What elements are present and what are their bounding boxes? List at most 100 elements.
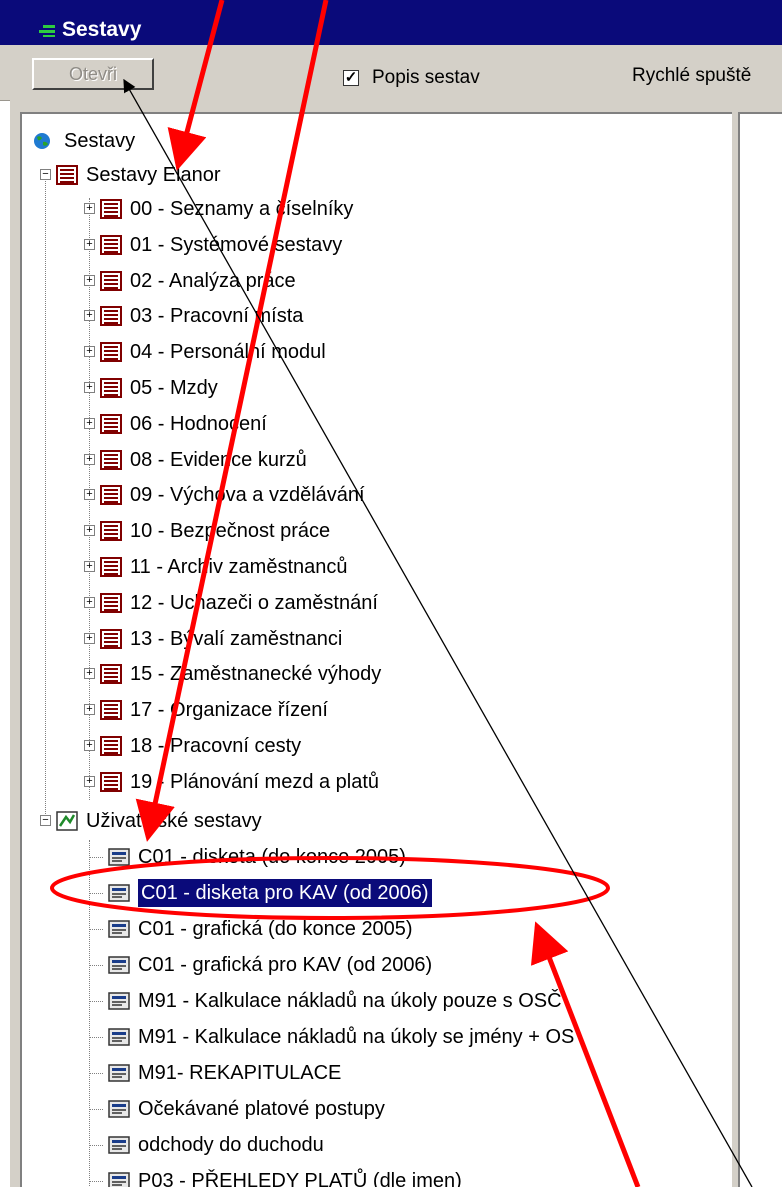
tree-item-category[interactable]: +19 - Plánování mezd a platů [22, 765, 722, 799]
tree-item-category[interactable]: +03 - Pracovní místa [22, 299, 722, 333]
tree-item-category[interactable]: +01 - Systémové sestavy [22, 228, 722, 262]
tree-item-label: 13 - Bývalí zaměstnanci [130, 627, 343, 650]
tree-item-label: C01 - grafická (do konce 2005) [138, 918, 413, 940]
report-folder-icon [100, 736, 122, 756]
expand-toggle[interactable]: + [84, 274, 95, 286]
tree-group-elanor[interactable]: − Sestavy Elanor [22, 158, 722, 192]
tree-item-label: 11 - Archiv zaměstnanců [130, 556, 348, 578]
open-button[interactable]: Otevři [32, 58, 154, 90]
tree-item-category[interactable]: +15 - Zaměstnanecké výhody [22, 657, 722, 691]
tree-item-category[interactable]: +06 - Hodnocení [22, 407, 722, 441]
tree-item-category[interactable]: +02 - Analýza práce [22, 264, 722, 298]
tree-item-label: P03 - PŘEHLEDY PLATŮ (dle jmen) [138, 1170, 462, 1187]
tree-item-report[interactable]: C01 - disketa pro KAV (od 2006) [22, 876, 722, 910]
expand-toggle[interactable]: + [84, 203, 95, 214]
report-icon [108, 1136, 130, 1154]
tree-item-category[interactable]: +13 - Bývalí zaměstnanci [22, 622, 722, 656]
tree-item-category[interactable]: +10 - Bezpečnost práce [22, 514, 722, 548]
tree-item-label: M91 - Kalkulace nákladů na úkoly se jmén… [138, 1026, 575, 1048]
quick-launch-label: Rychlé spuště [632, 65, 752, 86]
report-tree[interactable]: Sestavy − Sestavy Elanor +00 - Seznamy a… [20, 112, 732, 1187]
report-folder-icon [100, 700, 122, 721]
report-folder-icon [100, 592, 122, 613]
report-icon [108, 920, 130, 938]
expand-toggle[interactable]: + [84, 561, 95, 572]
tree-connector [89, 929, 103, 930]
expand-toggle[interactable]: + [84, 489, 95, 501]
tree-item-label: 12 - Uchazeči o zaměstnání [130, 591, 378, 614]
expand-toggle[interactable]: + [84, 740, 95, 751]
expand-toggle[interactable]: + [84, 310, 95, 322]
report-folder-icon [100, 557, 122, 577]
tree-root[interactable]: Sestavy [22, 124, 722, 158]
tree-item-report[interactable]: odchody do duchodu [22, 1128, 722, 1162]
tree-item-report[interactable]: C01 - grafická pro KAV (od 2006) [22, 948, 722, 982]
tree-item-label: M91 - Kalkulace nákladů na úkoly pouze s… [138, 990, 562, 1012]
report-icon [108, 1172, 130, 1187]
report-icon [108, 1064, 130, 1082]
tree-item-label: 02 - Analýza práce [130, 269, 296, 292]
describe-checkbox[interactable]: ✓ [343, 70, 359, 86]
report-icon [108, 1028, 130, 1046]
expand-toggle[interactable]: + [84, 632, 95, 644]
tree-connector [89, 1109, 103, 1110]
tree-item-label: 00 - Seznamy a číselníky [130, 198, 354, 220]
describe-checkbox-label: Popis sestav [372, 67, 480, 88]
title-bar: Sestavy [0, 0, 782, 45]
tree-item-label: C01 - grafická pro KAV (od 2006) [138, 954, 433, 976]
tree-item-label: 19 - Plánování mezd a platů [130, 770, 380, 793]
tree-item-category[interactable]: +18 - Pracovní cesty [22, 729, 722, 763]
expand-toggle[interactable]: + [84, 453, 95, 465]
tree-item-report[interactable]: M91 - Kalkulace nákladů na úkoly se jmén… [22, 1020, 722, 1054]
tree-item-report[interactable]: M91- REKAPITULACE [22, 1056, 722, 1090]
tree-item-category[interactable]: +05 - Mzdy [22, 371, 722, 405]
expand-toggle[interactable]: + [84, 775, 95, 787]
toolbar: Otevři ✓ Popis sestav Rychlé spuště [0, 45, 782, 101]
tree-item-report[interactable]: Očekávané platové postupy [22, 1092, 722, 1126]
tree-item-report[interactable]: C01 - disketa (do konce 2005) [22, 840, 722, 874]
report-folder-icon [100, 234, 122, 255]
collapse-toggle[interactable]: − [40, 815, 51, 826]
tree-item-report[interactable]: M91 - Kalkulace nákladů na úkoly pouze s… [22, 984, 722, 1018]
tree-item-label: Očekávané platové postupy [138, 1098, 385, 1120]
expand-toggle[interactable]: + [84, 382, 95, 393]
tree-item-label: 05 - Mzdy [130, 377, 218, 399]
tree-item-report[interactable]: C01 - grafická (do konce 2005) [22, 912, 722, 946]
tree-connector [89, 1145, 103, 1146]
window-app-icon [39, 25, 55, 37]
expand-toggle[interactable]: + [84, 668, 95, 680]
report-folder-icon [100, 628, 122, 649]
tree-connector [89, 893, 103, 894]
tree-item-label: 09 - Výchova a vzdělávání [130, 484, 365, 507]
expand-toggle[interactable]: + [84, 346, 95, 358]
report-folder-icon [100, 413, 122, 434]
tree-item-report[interactable]: P03 - PŘEHLEDY PLATŮ (dle jmen) [22, 1164, 722, 1187]
report-icon [108, 884, 130, 902]
tree-item-category[interactable]: +09 - Výchova a vzdělávání [22, 478, 722, 512]
tree-item-category[interactable]: +08 - Evidence kurzů [22, 443, 722, 477]
window-title: Sestavy [62, 18, 142, 41]
expand-toggle[interactable]: + [84, 417, 95, 429]
expand-toggle[interactable]: + [84, 525, 95, 537]
globe-icon [34, 133, 50, 149]
tree-item-category[interactable]: +17 - Organizace řízení [22, 693, 722, 727]
tree-item-label: M91- REKAPITULACE [138, 1062, 342, 1084]
tree-item-label: 08 - Evidence kurzů [130, 448, 307, 471]
report-icon [108, 1100, 130, 1118]
tree-group-label: Uživatelské sestavy [86, 810, 262, 832]
tree-item-category[interactable]: +12 - Uchazeči o zaměstnání [22, 586, 722, 620]
report-folder-icon [100, 771, 122, 792]
expand-toggle[interactable]: + [84, 596, 95, 608]
report-folder-icon [100, 485, 122, 506]
tree-item-category[interactable]: +11 - Archiv zaměstnanců [22, 550, 722, 584]
tree-group-user[interactable]: − Uživatelské sestavy [22, 804, 722, 838]
tree-item-label: 17 - Organizace řízení [130, 699, 328, 722]
expand-toggle[interactable]: + [84, 704, 95, 716]
expand-toggle[interactable]: + [84, 238, 95, 250]
tree-item-category[interactable]: +04 - Personální modul [22, 335, 722, 369]
description-pane [738, 112, 782, 1187]
report-folder-icon [100, 521, 122, 542]
user-reports-icon [56, 811, 78, 831]
tree-item-category[interactable]: +00 - Seznamy a číselníky [22, 192, 722, 226]
collapse-toggle[interactable]: − [40, 169, 51, 180]
